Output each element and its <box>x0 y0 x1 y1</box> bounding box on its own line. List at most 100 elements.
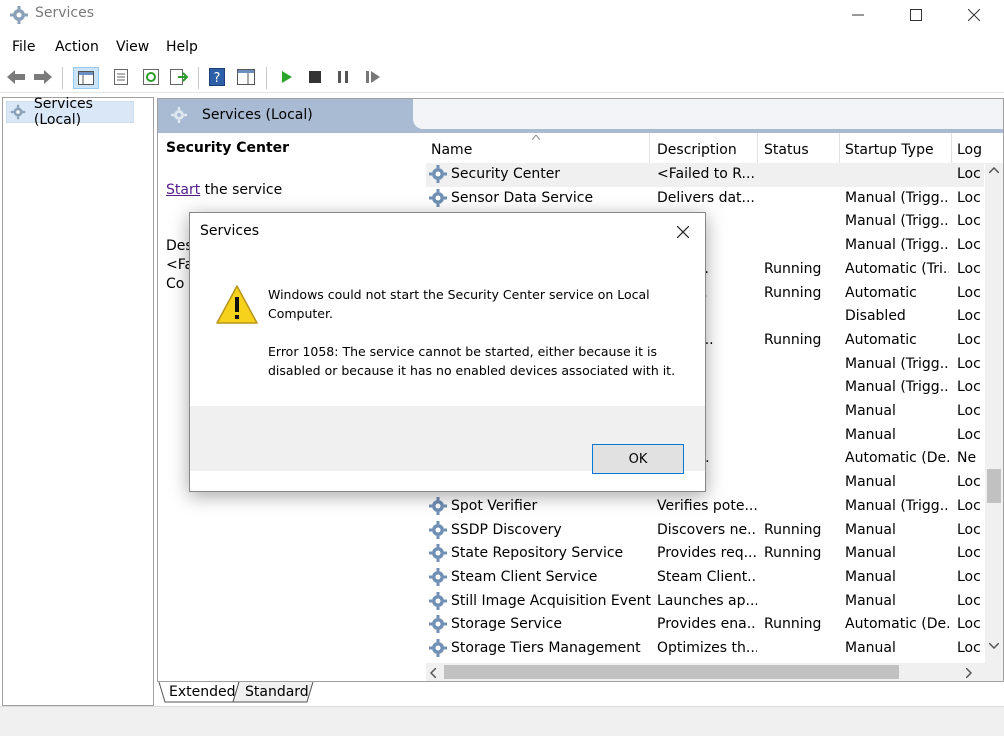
status-bar <box>0 706 1004 736</box>
show-action-pane-button[interactable] <box>236 67 256 87</box>
cell-status: Running <box>764 284 822 301</box>
cell-name: Storage Service <box>451 616 562 633</box>
stop-icon <box>309 71 321 83</box>
table-row[interactable]: Sensor Data Service Delivers dat... Manual… <box>426 187 984 211</box>
cell-description: Launches ap... <box>657 592 757 609</box>
cell-startup-type: Automatic <box>845 284 917 301</box>
cell-description: Discovers ne... <box>657 521 757 538</box>
window-title: Services <box>35 5 95 21</box>
restart-icon <box>366 71 380 83</box>
start-service-button[interactable] <box>277 67 297 87</box>
cell-log-on-as: Loc <box>957 640 981 656</box>
cell-name: Security Center <box>451 166 561 182</box>
column-status[interactable]: Status <box>759 133 840 163</box>
selected-service-title: Security Center <box>166 140 290 156</box>
cell-log-on-as: Loc <box>957 379 981 396</box>
start-service-link[interactable]: Start <box>166 182 200 198</box>
horizontal-scroll-thumb[interactable] <box>444 665 899 679</box>
cell-log-on-as: Loc <box>957 616 981 633</box>
column-startup-type[interactable]: Startup Type <box>840 133 952 163</box>
cell-startup-type: Manual (Trigg... <box>845 355 949 372</box>
cell-startup-type: Manual (Trigg... <box>845 379 949 396</box>
forward-button[interactable] <box>33 67 53 87</box>
cell-description: Verifies pote... <box>657 497 757 514</box>
cell-startup-type: Disabled <box>845 308 906 325</box>
table-row[interactable]: Steam Client Service Steam Client... Manua… <box>426 566 984 590</box>
tree-item-services-local[interactable]: Services (Local) <box>6 96 134 128</box>
services-gear-icon <box>10 6 28 24</box>
service-gear-icon <box>429 520 447 539</box>
table-row[interactable]: Still Image Acquisition Events Launches a… <box>426 590 984 614</box>
cell-log-on-as: Loc <box>957 521 981 538</box>
close-icon <box>677 226 689 238</box>
vertical-scroll-thumb[interactable] <box>987 469 1001 503</box>
menu-file[interactable]: File <box>12 39 35 55</box>
column-log-on-as[interactable]: Log <box>952 133 986 163</box>
cell-status: Running <box>764 545 822 562</box>
cell-log-on-as: Loc <box>957 331 981 348</box>
cell-startup-type: Automatic (De... <box>845 616 949 633</box>
close-button[interactable] <box>945 0 1003 30</box>
sort-ascending-icon <box>532 135 540 140</box>
horizontal-scrollbar[interactable] <box>426 663 985 681</box>
console-tree: Services (Local) <box>2 96 154 706</box>
cell-description: Provides ena... <box>657 616 757 633</box>
table-row[interactable]: Spot Verifier Verifies pote... Manual (Tri… <box>426 495 984 519</box>
pause-service-button[interactable] <box>333 67 353 87</box>
table-row[interactable]: State Repository Service Provides req... R… <box>426 542 984 566</box>
cell-startup-type: Manual <box>845 568 896 585</box>
service-gear-icon <box>429 496 447 515</box>
service-gear-icon <box>429 567 447 586</box>
show-console-tree-button[interactable] <box>73 67 99 89</box>
maximize-icon <box>910 9 922 21</box>
table-row[interactable]: Storage Tiers Management Optimizes th... M… <box>426 637 984 661</box>
dialog-close-button[interactable] <box>672 221 694 243</box>
tree-item-label: Services (Local) <box>33 96 93 128</box>
service-gear-icon <box>429 639 447 657</box>
cell-description: <Failed to R... <box>657 166 755 182</box>
help-button[interactable]: ? <box>207 67 227 87</box>
console-tree-icon <box>78 71 94 85</box>
column-description[interactable]: Description <box>652 133 758 163</box>
cell-log-on-as: Loc <box>957 355 981 372</box>
minimize-button[interactable] <box>829 0 887 30</box>
cell-log-on-as: Loc <box>957 497 981 514</box>
cell-description: Delivers dat... <box>657 189 755 206</box>
maximize-button[interactable] <box>887 0 945 30</box>
cell-startup-type: Manual <box>845 545 896 562</box>
dialog-message: Windows could not start the Security Cen… <box>268 287 650 321</box>
table-row[interactable]: Storage Service Provides ena... Running Aut… <box>426 613 984 637</box>
stop-service-button[interactable] <box>305 67 325 87</box>
tab-extended[interactable]: Extended <box>169 682 236 702</box>
refresh-button[interactable] <box>141 67 161 87</box>
tab-standard[interactable]: Standard <box>245 682 309 702</box>
menu-bar: File Action View Help <box>0 37 1004 59</box>
menu-action[interactable]: Action <box>55 39 99 55</box>
toolbar: ? <box>0 62 1004 93</box>
table-row[interactable]: Security Center <Failed to R... Loc <box>426 163 984 187</box>
cell-name: Steam Client Service <box>451 568 598 585</box>
cell-startup-type: Manual <box>845 403 896 419</box>
warning-icon <box>216 285 258 324</box>
action-pane-icon <box>237 69 255 85</box>
scroll-down-icon <box>989 643 999 649</box>
cell-startup-type: Automatic (De... <box>845 450 949 467</box>
ok-button[interactable]: OK <box>592 444 684 474</box>
menu-help[interactable]: Help <box>166 39 198 55</box>
menu-view[interactable]: View <box>116 39 149 55</box>
properties-icon <box>114 69 128 85</box>
title-bar: Services <box>0 0 1004 30</box>
cell-log-on-as: Loc <box>957 592 981 609</box>
forward-arrow-icon <box>34 70 52 84</box>
scroll-right-icon <box>966 668 972 678</box>
properties-button[interactable] <box>111 67 131 87</box>
back-button[interactable] <box>6 67 26 87</box>
restart-service-button[interactable] <box>363 67 383 87</box>
panel-title: Services (Local) <box>202 107 313 123</box>
export-list-button[interactable] <box>169 67 189 87</box>
dialog-footer: OK <box>190 406 705 474</box>
cell-description: Provides req... <box>657 545 757 562</box>
column-name[interactable]: Name <box>426 133 650 163</box>
table-row[interactable]: SSDP Discovery Discovers ne... Running Manu… <box>426 519 984 543</box>
vertical-scrollbar[interactable] <box>985 163 1003 681</box>
